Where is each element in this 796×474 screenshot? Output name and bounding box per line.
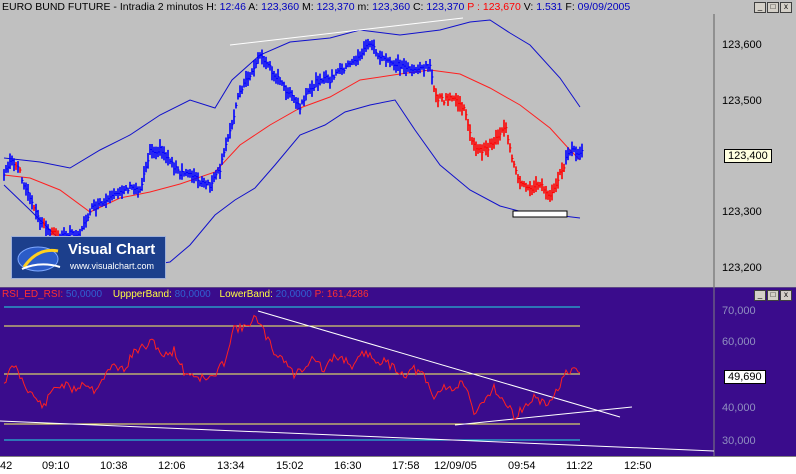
rsi-panel[interactable]: RSI_ED_RSI: 50,0000 UppperBand: 80,0000 … xyxy=(0,287,796,456)
rsi-value: 50,0000 xyxy=(65,289,103,300)
rsi-p-value: 161,4286 xyxy=(326,289,369,300)
lower-band-value: 20,0000 xyxy=(275,289,312,300)
rsi-maximize-button[interactable]: □ xyxy=(767,290,779,301)
time-tick: 16:30 xyxy=(334,460,362,472)
rsi-tick: 40,000 xyxy=(722,402,756,414)
time-axis: 42 09:10 10:38 12:06 13:34 15:02 16:30 1… xyxy=(0,456,796,474)
visual-chart-logo: Visual Chart www.visualchart.com xyxy=(11,236,166,279)
rsi-tick: 30,000 xyxy=(722,435,756,447)
time-tick: 12:06 xyxy=(158,460,186,472)
rsi-label: RSI_ED_RSI: xyxy=(2,289,64,300)
time-tick: 09:54 xyxy=(508,460,536,472)
rsi-plot xyxy=(0,287,796,456)
time-tick: 15:02 xyxy=(276,460,304,472)
rsi-tick: 60,000 xyxy=(722,336,756,348)
rsi-header: RSI_ED_RSI: 50,0000 UppperBand: 80,0000 … xyxy=(2,289,369,300)
rsi-p-label: P: xyxy=(314,289,325,300)
time-tick: 12/09/05 xyxy=(434,460,477,472)
time-tick: 13:34 xyxy=(217,460,245,472)
upper-band-label: UppperBand: xyxy=(112,289,172,300)
rsi-window-controls: _ □ x xyxy=(754,290,792,301)
rsi-minimize-button[interactable]: _ xyxy=(754,290,766,301)
upper-band-value: 80,0000 xyxy=(174,289,211,300)
price-tick: 123,200 xyxy=(722,262,762,274)
support-zone-marker xyxy=(512,210,568,218)
logo-title: Visual Chart xyxy=(68,241,156,258)
price-tick: 123,300 xyxy=(722,206,762,218)
logo-swoosh-icon xyxy=(17,246,61,272)
time-tick: 17:58 xyxy=(392,460,420,472)
time-tick: 42 xyxy=(0,460,13,472)
time-tick: 10:38 xyxy=(100,460,128,472)
rsi-close-button[interactable]: x xyxy=(780,290,792,301)
price-tick: 123,600 xyxy=(722,39,762,51)
logo-url: www.visualchart.com xyxy=(70,261,155,271)
price-tick: 123,500 xyxy=(722,95,762,107)
time-tick: 12:50 xyxy=(624,460,652,472)
price-chart-panel[interactable]: EURO BUND FUTURE - Intradia 2 minutos H:… xyxy=(0,0,796,287)
rsi-current-label: 49,690 xyxy=(724,370,766,384)
time-tick: 09:10 xyxy=(42,460,70,472)
lower-band-label: LowerBand: xyxy=(219,289,273,300)
time-tick: 11:22 xyxy=(566,460,593,472)
current-price-label: 123,400 xyxy=(724,149,772,163)
rsi-tick: 70,000 xyxy=(722,305,756,317)
